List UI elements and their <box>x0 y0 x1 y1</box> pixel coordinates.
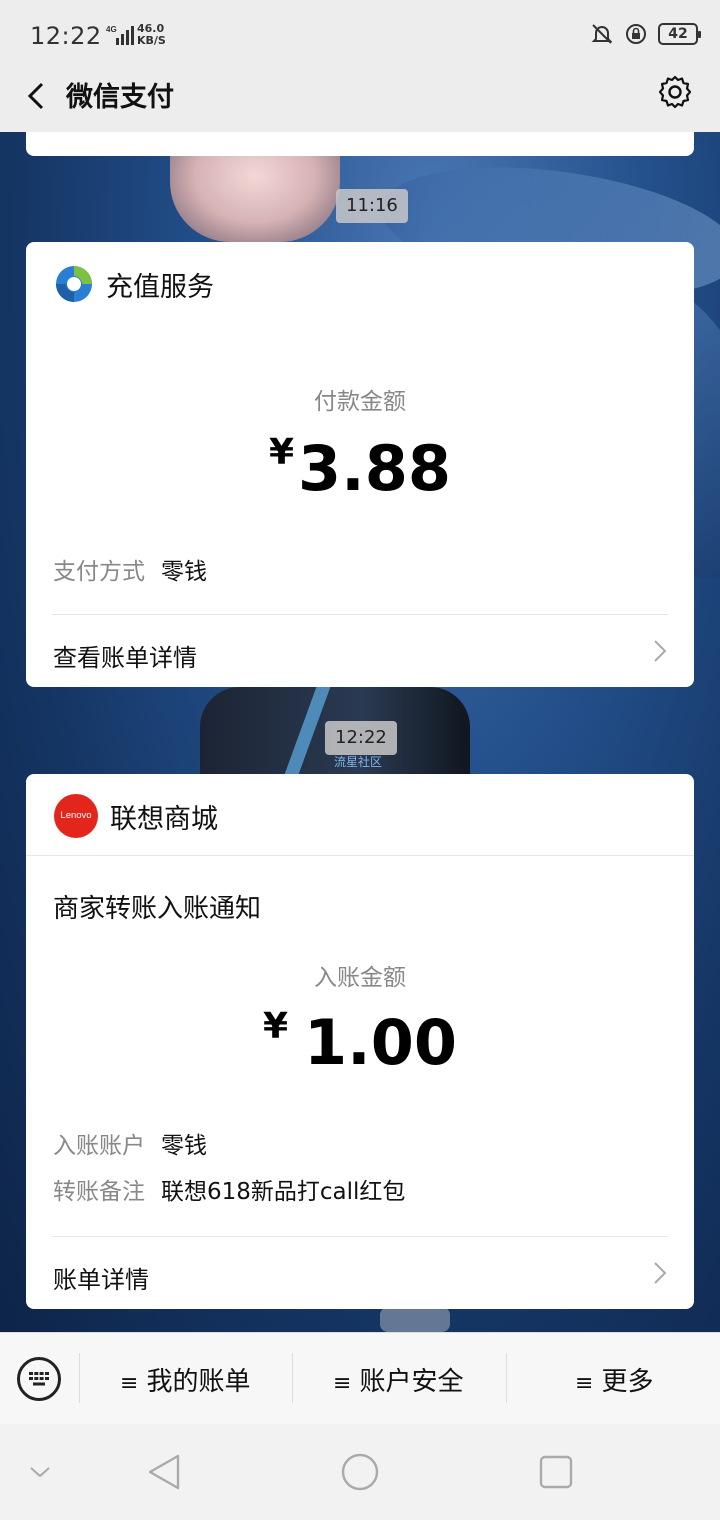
menu-icon: ≡ <box>333 1371 352 1396</box>
detail-key: 转账备注 <box>53 1179 145 1205</box>
recents-square-icon[interactable] <box>538 1454 574 1490</box>
keyboard-toggle-button[interactable] <box>17 1357 61 1401</box>
divider <box>52 614 668 615</box>
detail-row: 入账账户 零钱 <box>53 1126 207 1160</box>
amount-value: 1.00 <box>304 1006 458 1079</box>
detail-key: 入账账户 <box>53 1133 145 1159</box>
chevron-right-icon <box>654 640 667 662</box>
separator <box>506 1353 507 1403</box>
status-bar: 12:22 4G 46.0 KB/S 42 <box>0 0 720 72</box>
bottom-menu-bar: ≡ 我的账单 ≡ 账户安全 ≡ 更多 <box>0 1332 720 1424</box>
speed-unit: KB/S <box>137 34 166 47</box>
nav-bar: 微信支付 <box>0 72 720 132</box>
amount: ¥1.00 <box>26 1006 694 1079</box>
link-label: 查看账单详情 <box>53 644 197 672</box>
menu-label: 账户安全 <box>359 1367 464 1397</box>
message-timestamp: 11:16 <box>336 189 408 223</box>
currency-symbol: ¥ <box>262 1006 289 1047</box>
detail-key: 支付方式 <box>53 559 145 585</box>
amount-label: 入账金额 <box>314 965 406 991</box>
menu-account-security[interactable]: ≡ 账户安全 <box>333 1361 463 1398</box>
service-name: 充值服务 <box>106 271 214 303</box>
divider <box>52 1236 668 1237</box>
bell-muted-icon <box>591 24 613 44</box>
amount: ¥3.88 <box>26 432 694 505</box>
card-header: 充值服务 <box>54 264 214 304</box>
view-bill-details-link[interactable]: 查看账单详情 <box>53 638 669 673</box>
detail-row: 支付方式 零钱 <box>53 552 207 586</box>
detail-value: 零钱 <box>161 1133 207 1159</box>
status-right: 42 <box>590 22 701 46</box>
detail-value: 零钱 <box>161 559 207 585</box>
lenovo-logo: Lenovo <box>54 794 98 838</box>
amount-value: 3.88 <box>298 432 452 505</box>
detail-value: 联想618新品打call红包 <box>161 1179 406 1205</box>
home-circle-icon[interactable] <box>340 1452 380 1492</box>
battery-icon: 42 <box>658 23 701 45</box>
signal-icon: 4G <box>106 24 136 50</box>
network-speed: 46.0 KB/S <box>137 23 166 47</box>
menu-icon: ≡ <box>120 1371 139 1396</box>
svg-text:4G: 4G <box>106 25 117 34</box>
status-time: 12:22 <box>30 22 102 50</box>
page-title: 微信支付 <box>66 82 174 113</box>
divider <box>26 855 694 856</box>
system-nav-bar <box>0 1424 720 1520</box>
recharge-service-icon <box>56 266 92 302</box>
notification-title: 商家转账入账通知 <box>53 894 262 924</box>
keyboard-icon <box>29 1372 49 1386</box>
menu-label: 更多 <box>601 1367 654 1397</box>
menu-more[interactable]: ≡ 更多 <box>575 1361 653 1398</box>
watermark-text: 流星社区 <box>334 755 383 769</box>
previous-message-card[interactable] <box>26 132 694 156</box>
amount-label: 付款金额 <box>314 389 406 415</box>
back-triangle-icon[interactable] <box>146 1452 182 1492</box>
separator <box>292 1353 293 1403</box>
bill-details-link[interactable]: 账单详情 <box>53 1260 669 1295</box>
message-timestamp: 12:22 <box>325 721 397 755</box>
menu-my-bills[interactable]: ≡ 我的账单 <box>120 1361 250 1398</box>
card-header: Lenovo 联想商城 <box>54 794 218 838</box>
transfer-message-card[interactable]: Lenovo 联想商城 商家转账入账通知 入账金额 ¥1.00 入账账户 零钱 转… <box>26 774 694 1309</box>
link-label: 账单详情 <box>53 1266 149 1294</box>
menu-label: 我的账单 <box>146 1367 251 1397</box>
gear-icon[interactable] <box>656 73 694 111</box>
separator <box>79 1353 80 1403</box>
payment-message-card[interactable]: 充值服务 付款金额 ¥3.88 支付方式 零钱 查看账单详情 <box>26 242 694 687</box>
rotation-lock-icon <box>626 24 646 44</box>
currency-symbol: ¥ <box>268 432 295 473</box>
back-arrow-icon[interactable] <box>18 76 58 116</box>
service-name: 联想商城 <box>110 803 218 835</box>
menu-icon: ≡ <box>575 1371 594 1396</box>
chevron-right-icon <box>654 1262 667 1284</box>
detail-row: 转账备注 联想618新品打call红包 <box>53 1172 405 1206</box>
background-art <box>380 1307 450 1332</box>
chevron-down-icon[interactable] <box>28 1460 52 1484</box>
